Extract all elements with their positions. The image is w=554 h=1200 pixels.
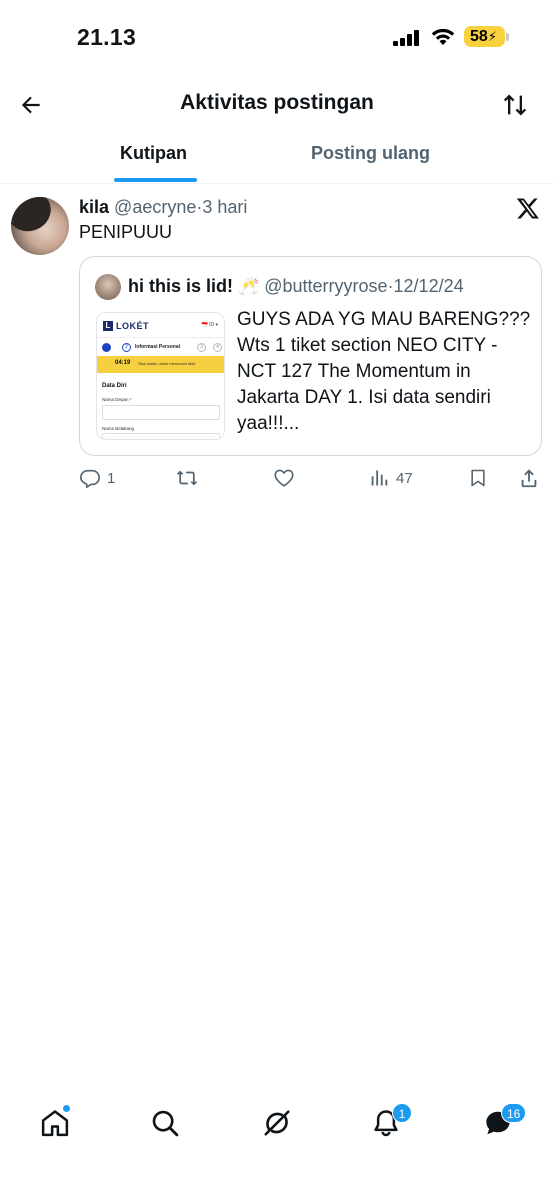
reply-button[interactable]: 1 — [79, 465, 115, 491]
page-title: Aktivitas postingan — [180, 91, 374, 114]
charging-bolt-icon: ⚡ — [487, 28, 497, 44]
first-name-label: Nama Depan * — [102, 397, 132, 402]
step-3: 3 — [197, 343, 206, 352]
notifications-badge: 1 — [392, 1103, 412, 1123]
views-chart-icon — [371, 470, 388, 486]
like-button[interactable] — [273, 465, 295, 491]
quoted-post-card[interactable]: hi this is lid! 🥂 @butterryyrose·12/12/2… — [79, 256, 542, 456]
post-handle[interactable]: @aecryne — [114, 197, 196, 217]
quoted-post-header: hi this is lid! 🥂 @butterryyrose·12/12/2… — [128, 276, 464, 297]
language-selector: 🇮🇩 ID ▾ — [201, 322, 218, 328]
step-label: Informasi Personal — [135, 344, 181, 350]
step-4: 4 — [213, 343, 222, 352]
last-name-field — [102, 433, 220, 439]
post-header: kila @aecryne·3 hari — [79, 197, 247, 218]
post-time: 3 hari — [202, 197, 248, 217]
battery-level: 58 — [470, 27, 488, 45]
post-actions: 1 47 — [79, 465, 542, 493]
champagne-emoji: 🥂 — [238, 277, 260, 296]
repost-button[interactable] — [175, 465, 199, 491]
timer: 04:19 — [115, 360, 131, 366]
wifi-icon — [431, 28, 455, 45]
nav-search[interactable] — [148, 1106, 182, 1140]
sort-button[interactable] — [498, 88, 532, 122]
share-icon — [521, 469, 537, 488]
quote-post[interactable]: kila @aecryne·3 hari PENIPUUU hi this is… — [0, 184, 554, 504]
heart-icon — [274, 469, 294, 487]
loket-logo-mark: L — [103, 321, 113, 331]
timer-note: Sisa waktu untuk memesan tiket — [138, 361, 196, 366]
status-bar: 21.13 58 ⚡ — [0, 0, 554, 76]
active-tab-indicator — [114, 178, 197, 182]
quoted-display-name: hi this is lid! — [128, 276, 234, 296]
step-complete-icon — [102, 343, 111, 352]
quoted-date: 12/12/24 — [393, 276, 464, 296]
battery-indicator: 58 ⚡ — [464, 26, 505, 47]
messages-badge: 16 — [501, 1103, 527, 1123]
post-display-name[interactable]: kila — [79, 197, 109, 217]
home-update-dot — [62, 1104, 71, 1113]
page-header: Aktivitas postingan — [0, 76, 554, 134]
step-number: 2 — [122, 343, 131, 352]
battery-nub — [506, 33, 509, 41]
sort-arrows-icon — [503, 94, 527, 116]
bookmark-icon — [471, 469, 485, 487]
share-button[interactable] — [518, 465, 540, 491]
repost-icon — [176, 470, 198, 486]
loket-logo-text: LOKÉT — [116, 321, 149, 331]
cellular-signal-icon — [393, 30, 419, 46]
form-section-title: Data Diri — [102, 383, 127, 389]
tab-reposts[interactable]: Posting ulang — [311, 143, 430, 164]
tab-quotes[interactable]: Kutipan — [120, 143, 187, 164]
last-name-label: Nama Belakang — [102, 426, 135, 431]
quoted-handle: @butterryyrose — [264, 276, 388, 296]
search-icon — [152, 1110, 179, 1137]
bookmark-button[interactable] — [468, 465, 488, 491]
quoted-post-text: GUYS ADA YG MAU BARENG??? Wts 1 tiket se… — [237, 309, 531, 434]
bottom-navigation: 1 16 — [0, 1094, 554, 1154]
avatar-photo-detail — [11, 197, 57, 238]
reply-count: 1 — [107, 469, 116, 487]
loket-logo: L LOKÉT — [103, 321, 149, 331]
status-time: 21.13 — [77, 24, 137, 50]
post-text: PENIPUUU — [79, 222, 173, 242]
thumb-divider — [97, 337, 224, 338]
reply-icon — [80, 469, 100, 488]
tab-bar: Kutipan Posting ulang — [0, 134, 554, 184]
first-name-field — [102, 405, 220, 420]
nav-grok[interactable] — [260, 1106, 294, 1140]
grok-icon — [264, 1110, 290, 1136]
views-button[interactable]: 47 — [370, 465, 413, 491]
quoted-avatar[interactable] — [95, 274, 121, 300]
x-logo-icon — [516, 198, 539, 219]
views-count: 47 — [396, 469, 413, 487]
quoted-media-thumbnail[interactable]: L LOKÉT 🇮🇩 ID ▾ 2 Informasi Personal 3 4… — [96, 312, 225, 440]
avatar[interactable] — [11, 197, 69, 255]
